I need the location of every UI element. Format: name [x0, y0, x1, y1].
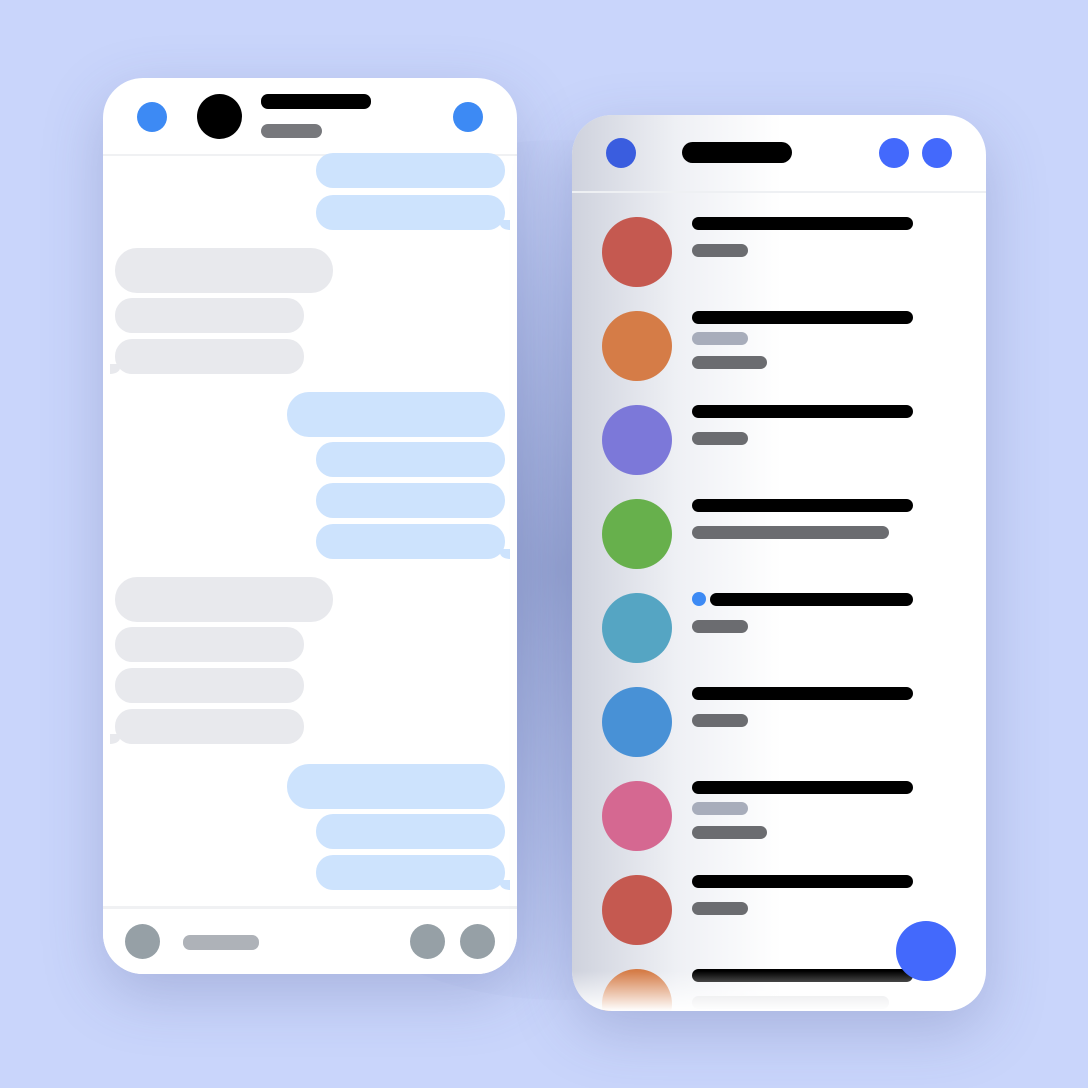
- avatar: [602, 405, 672, 475]
- outgoing-message[interactable]: [287, 392, 505, 437]
- unread-dot: [692, 592, 706, 606]
- outgoing-message[interactable]: [287, 764, 505, 809]
- avatar: [602, 687, 672, 757]
- camera-icon[interactable]: [410, 924, 445, 959]
- conversation-row[interactable]: [572, 311, 986, 405]
- conversation-row[interactable]: [572, 687, 986, 781]
- contact-status: [261, 124, 322, 138]
- message-preview: [692, 620, 748, 633]
- composer-bar: [103, 906, 517, 974]
- compose-icon[interactable]: [922, 138, 952, 168]
- incoming-message[interactable]: [115, 627, 304, 662]
- message-time: [692, 826, 767, 839]
- conversation-name: [692, 499, 913, 512]
- conversation-name: [692, 875, 913, 888]
- outgoing-message[interactable]: [316, 195, 510, 230]
- conversation-list-screen: [572, 115, 986, 1011]
- avatar: [602, 781, 672, 851]
- message-preview: [692, 244, 748, 257]
- back-icon[interactable]: [606, 138, 636, 168]
- message-preview: [692, 996, 889, 1009]
- conversation-name: [692, 781, 913, 794]
- back-icon[interactable]: [137, 102, 167, 132]
- message-preview: [692, 332, 748, 345]
- contact-name: [261, 94, 371, 109]
- conversation-name: [692, 311, 913, 324]
- outgoing-message[interactable]: [316, 524, 510, 559]
- chat-header: [103, 78, 517, 156]
- microphone-icon[interactable]: [460, 924, 495, 959]
- avatar: [602, 969, 672, 1011]
- message-input[interactable]: [183, 935, 259, 950]
- conversation-name: [710, 593, 913, 606]
- message-preview: [692, 432, 748, 445]
- avatar: [602, 593, 672, 663]
- info-icon[interactable]: [453, 102, 483, 132]
- outgoing-message[interactable]: [316, 483, 505, 518]
- outgoing-message[interactable]: [316, 814, 505, 849]
- outgoing-message[interactable]: [316, 855, 510, 890]
- incoming-message[interactable]: [110, 339, 304, 374]
- avatar: [602, 499, 672, 569]
- message-preview: [692, 902, 748, 915]
- list-header: [572, 115, 986, 193]
- search-icon[interactable]: [879, 138, 909, 168]
- conversation-name: [692, 405, 913, 418]
- new-message-button[interactable]: [896, 921, 956, 981]
- conversation-row[interactable]: [572, 217, 986, 311]
- outgoing-message[interactable]: [316, 442, 505, 477]
- message-preview: [692, 714, 748, 727]
- conversation-name: [692, 687, 913, 700]
- message-preview: [692, 526, 889, 539]
- incoming-message[interactable]: [115, 298, 304, 333]
- incoming-message[interactable]: [115, 248, 333, 293]
- incoming-message[interactable]: [110, 709, 304, 744]
- list-title: [682, 142, 792, 163]
- conversation-name: [692, 217, 913, 230]
- conversation-name: [692, 969, 913, 982]
- message-preview: [692, 802, 748, 815]
- incoming-message[interactable]: [115, 577, 333, 622]
- outgoing-message[interactable]: [316, 153, 505, 188]
- conversation-row[interactable]: [572, 592, 986, 687]
- conversation-row[interactable]: [572, 781, 986, 875]
- message-time: [692, 356, 767, 369]
- conversation-row[interactable]: [572, 499, 986, 593]
- avatar: [602, 311, 672, 381]
- chat-screen: [103, 78, 517, 974]
- contact-avatar[interactable]: [197, 94, 242, 139]
- incoming-message[interactable]: [115, 668, 304, 703]
- conversation-row[interactable]: [572, 405, 986, 499]
- avatar: [602, 217, 672, 287]
- avatar: [602, 875, 672, 945]
- add-icon[interactable]: [125, 924, 160, 959]
